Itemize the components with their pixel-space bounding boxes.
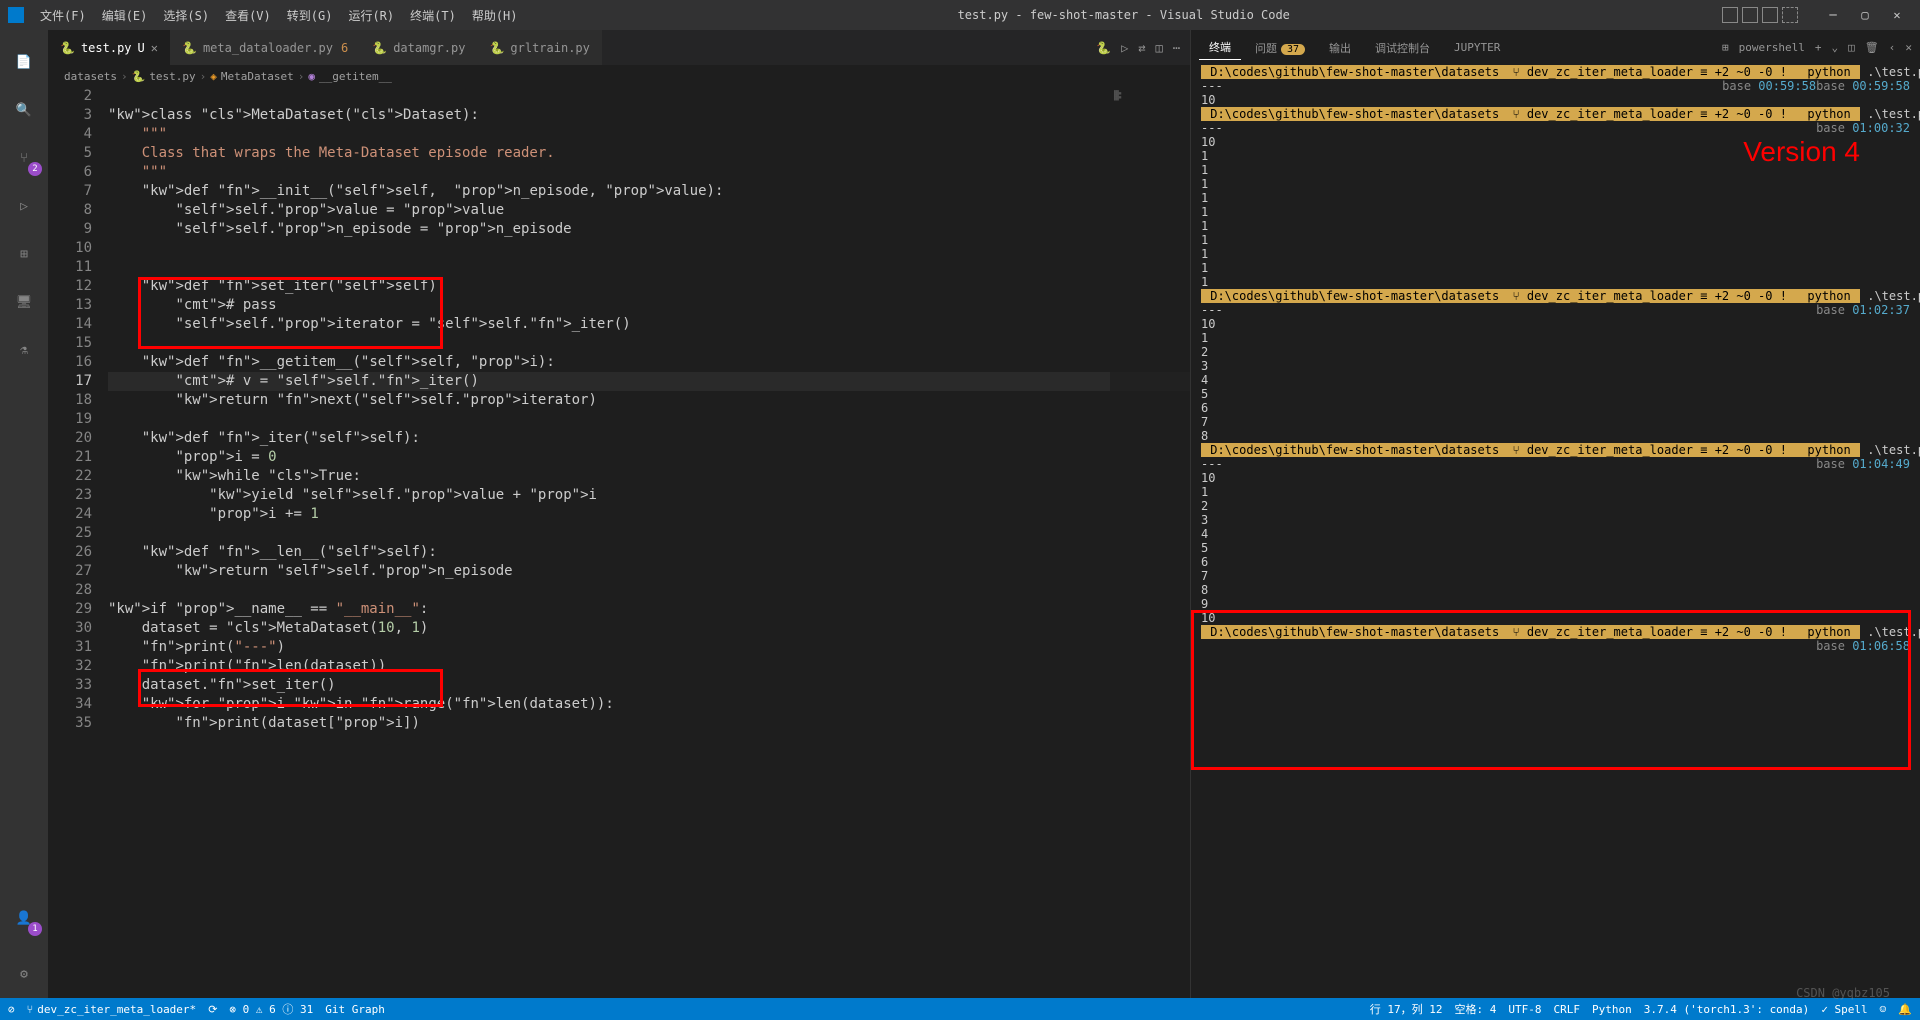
split-terminal-icon[interactable]: ◫ <box>1848 41 1855 54</box>
activity-bar: 📄 🔍 ⑂2 ▷ ⊞ 🖥 ⚗ 👤1 ⚙ <box>0 30 48 998</box>
python-icon: 🐍 <box>60 41 75 55</box>
sb-notifications[interactable]: 🔔 <box>1898 1001 1912 1017</box>
search-icon[interactable]: 🔍 <box>0 86 48 134</box>
version-annotation: Version 4 <box>1743 145 1860 159</box>
menu-selection[interactable]: 选择(S) <box>155 7 217 24</box>
sb-spell[interactable]: ✓ Spell <box>1821 1001 1867 1017</box>
python-icon: 🐍 <box>372 41 387 55</box>
kill-terminal-icon[interactable]: 🗑 <box>1865 41 1879 54</box>
tab-meta-dataloader[interactable]: 🐍 meta_dataloader.py 6 <box>170 30 360 65</box>
line-gutter: 2345678910111213141516171819202122232425… <box>48 87 108 998</box>
tab-close-icon[interactable]: ✕ <box>151 41 158 55</box>
terminal-shell-icon: ⊞ <box>1722 41 1729 54</box>
accounts-icon[interactable]: 👤1 <box>0 894 48 942</box>
terminal-output[interactable]: Version 4 D:\codes\github\few-shot-maste… <box>1191 65 1920 998</box>
compare-icon[interactable]: ⇄ <box>1138 41 1145 55</box>
close-panel-icon[interactable]: ✕ <box>1905 41 1912 54</box>
explorer-icon[interactable]: 📄 <box>0 38 48 86</box>
sb-feedback[interactable]: ☺ <box>1880 1001 1887 1017</box>
code-editor[interactable]: 2345678910111213141516171819202122232425… <box>48 87 1190 998</box>
menu-view[interactable]: 查看(V) <box>217 7 279 24</box>
menu-run[interactable]: 运行(R) <box>340 7 402 24</box>
sb-sync[interactable]: ⟳ <box>208 1003 217 1016</box>
python-icon: 🐍 <box>489 41 504 55</box>
statusbar: ⊘ ⑂ dev_zc_iter_meta_loader* ⟳ ⊗ 0 ⚠ 6 ⓘ… <box>0 998 1920 1020</box>
python-icon: 🐍 <box>182 41 197 55</box>
method-icon: ◉ <box>308 70 315 83</box>
remote-indicator[interactable]: ⊘ <box>8 1003 15 1016</box>
panel-tab-debug[interactable]: 调试控制台 <box>1365 36 1440 60</box>
minimap[interactable]: ████████████████████████ <box>1110 87 1190 998</box>
sb-spaces[interactable]: 空格: 4 <box>1454 1001 1496 1017</box>
sb-language[interactable]: Python <box>1592 1001 1632 1017</box>
new-terminal-icon[interactable]: + <box>1815 41 1822 54</box>
sb-problems[interactable]: ⊗ 0 ⚠ 6 ⓘ 31 <box>229 1001 313 1017</box>
python-icon: 🐍 <box>132 70 146 83</box>
sb-interpreter[interactable]: 3.7.4 ('torch1.3': conda) <box>1644 1001 1810 1017</box>
settings-icon[interactable]: ⚙ <box>0 950 48 998</box>
class-icon: ◈ <box>210 70 217 83</box>
more-icon[interactable]: ⋯ <box>1173 41 1180 55</box>
menu-help[interactable]: 帮助(H) <box>464 7 526 24</box>
python-env-icon[interactable]: 🐍 <box>1096 41 1111 55</box>
debug-icon[interactable]: ▷ <box>0 182 48 230</box>
minimize-icon[interactable]: ─ <box>1818 5 1848 25</box>
panel-tab-problems[interactable]: 问题37 <box>1245 36 1315 60</box>
editor-tabs: 🐍 test.py U ✕ 🐍 meta_dataloader.py 6 🐍 d… <box>48 30 1190 65</box>
terminal-panel: 终端 问题37 输出 调试控制台 JUPYTER ⊞ powershell + … <box>1190 30 1920 998</box>
panel-tab-terminal[interactable]: 终端 <box>1199 35 1241 60</box>
menu-edit[interactable]: 编辑(E) <box>94 7 156 24</box>
menu-file[interactable]: 文件(F) <box>32 7 94 24</box>
tab-test-py[interactable]: 🐍 test.py U ✕ <box>48 30 170 65</box>
vscode-logo-icon <box>8 7 24 23</box>
terminal-dropdown-icon[interactable]: ⌄ <box>1832 41 1839 54</box>
terminal-shell-label[interactable]: powershell <box>1739 41 1805 54</box>
tab-grltrain[interactable]: 🐍 grltrain.py <box>477 30 601 65</box>
test-icon[interactable]: ⚗ <box>0 326 48 374</box>
sb-gitgraph[interactable]: Git Graph <box>325 1003 385 1016</box>
titlebar: 文件(F) 编辑(E) 选择(S) 查看(V) 转到(G) 运行(R) 终端(T… <box>0 0 1920 30</box>
sb-encoding[interactable]: UTF-8 <box>1508 1001 1541 1017</box>
panel-tab-output[interactable]: 输出 <box>1319 36 1361 60</box>
window-title: test.py - few-shot-master - Visual Studi… <box>526 8 1723 22</box>
sb-eol[interactable]: CRLF <box>1553 1001 1580 1017</box>
panel-tab-jupyter[interactable]: JUPYTER <box>1444 37 1510 58</box>
menu-terminal[interactable]: 终端(T) <box>402 7 464 24</box>
sb-branch[interactable]: ⑂ dev_zc_iter_meta_loader* <box>27 1003 197 1016</box>
menu-go[interactable]: 转到(G) <box>279 7 341 24</box>
breadcrumb[interactable]: datasets› 🐍test.py› ◈MetaDataset› ◉__get… <box>48 65 1190 87</box>
tab-datamgr[interactable]: 🐍 datamgr.py <box>360 30 477 65</box>
scm-icon[interactable]: ⑂2 <box>0 134 48 182</box>
layout-controls[interactable] <box>1722 7 1798 23</box>
remote-icon[interactable]: 🖥 <box>0 278 48 326</box>
chevron-left-icon[interactable]: ‹ <box>1889 41 1896 54</box>
extensions-icon[interactable]: ⊞ <box>0 230 48 278</box>
split-icon[interactable]: ◫ <box>1156 41 1163 55</box>
maximize-icon[interactable]: ▢ <box>1850 5 1880 25</box>
close-icon[interactable]: ✕ <box>1882 5 1912 25</box>
run-icon[interactable]: ▷ <box>1121 41 1128 55</box>
code-content[interactable]: "kw">class "cls">MetaDataset("cls">Datas… <box>108 87 1190 998</box>
sb-position[interactable]: 行 17，列 12 <box>1370 1001 1443 1017</box>
watermark: CSDN @yqbz105 <box>1796 986 1890 1000</box>
